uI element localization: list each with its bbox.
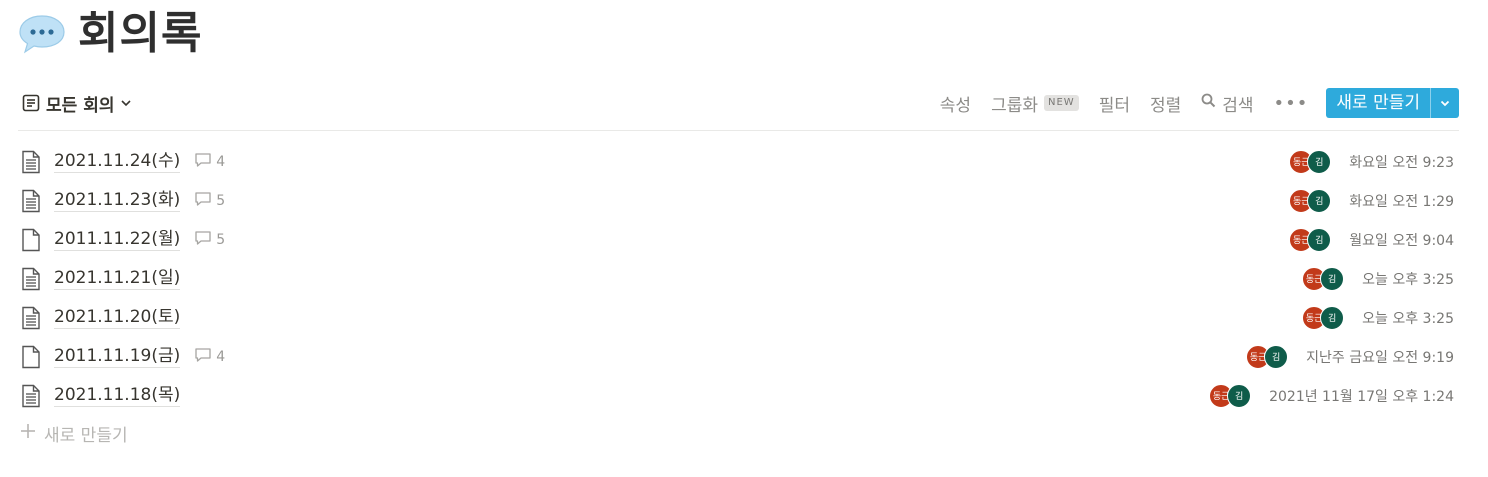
empty-page-icon [21, 344, 49, 370]
page-list: 2021.11.24(수) 4 동근 김 화요일 오전 9:23 2021.11… [18, 142, 1459, 415]
list-item[interactable]: 2021.11.23(화) 5 동근 김 화요일 오전 1:29 [18, 181, 1459, 220]
comment-icon [194, 191, 212, 211]
speech-balloon-icon[interactable] [18, 12, 66, 56]
row-meta: 동근 김 월요일 오전 9:04 [1289, 227, 1459, 252]
comment-count-value: 5 [216, 231, 226, 248]
avatar[interactable]: 김 [1264, 344, 1289, 369]
notion-page: 회의록 모든 회의 속성 그룹화 NEW 필터 정렬 검색 ••• 새로 만들기… [0, 0, 1488, 477]
sort-button[interactable]: 정렬 [1140, 91, 1191, 116]
page-title-link[interactable]: 2021.11.23(화) [54, 189, 181, 212]
comment-count-value: 5 [216, 192, 226, 209]
list-item[interactable]: 2021.11.24(수) 4 동근 김 화요일 오전 9:23 [18, 142, 1459, 181]
new-badge: NEW [1044, 95, 1079, 111]
plus-icon [20, 423, 36, 444]
page-title-link[interactable]: 2021.11.18(목) [54, 384, 181, 407]
page-title-link[interactable]: 2021.11.21(일) [54, 267, 181, 290]
last-edited-time: 화요일 오전 1:29 [1349, 193, 1454, 210]
avatar-group: 동근 김 [1209, 383, 1252, 408]
new-button[interactable]: 새로 만들기 [1326, 88, 1430, 118]
more-options-icon[interactable]: ••• [1264, 93, 1321, 114]
avatar[interactable]: 김 [1320, 266, 1345, 291]
comment-count-value: 4 [216, 348, 226, 365]
page-title-link[interactable]: 2011.11.19(금) [54, 345, 181, 368]
comment-count[interactable]: 4 [194, 152, 225, 172]
chevron-down-icon [1439, 94, 1451, 113]
database-view-bar: 모든 회의 속성 그룹화 NEW 필터 정렬 검색 ••• 새로 만들기 [18, 84, 1459, 122]
list-item[interactable]: 2021.11.18(목) 동근 김 2021년 11월 17일 오후 1:24 [18, 376, 1459, 415]
page-with-text-icon [21, 266, 49, 292]
group-label: 그룹화 [991, 95, 1038, 116]
last-edited-time: 오늘 오후 3:25 [1362, 271, 1454, 288]
page-with-text-icon [21, 149, 49, 175]
last-edited-time: 화요일 오전 9:23 [1349, 154, 1454, 171]
comment-count-value: 4 [216, 153, 226, 170]
avatar[interactable]: 김 [1320, 305, 1345, 330]
last-edited-time: 2021년 11월 17일 오후 1:24 [1269, 388, 1454, 405]
avatar-group: 동근 김 [1289, 227, 1332, 252]
list-item[interactable]: 2021.11.21(일) 동근 김 오늘 오후 3:25 [18, 259, 1459, 298]
new-button-dropdown[interactable] [1430, 88, 1459, 118]
avatar-group: 동근 김 [1246, 344, 1289, 369]
row-meta: 동근 김 오늘 오후 3:25 [1302, 305, 1459, 330]
list-item[interactable]: 2011.11.22(월) 5 동근 김 월요일 오전 9:04 [18, 220, 1459, 259]
avatar-group: 동근 김 [1302, 266, 1345, 291]
row-meta: 동근 김 지난주 금요일 오전 9:19 [1246, 344, 1459, 369]
last-edited-time: 오늘 오후 3:25 [1362, 310, 1454, 327]
last-edited-time: 월요일 오전 9:04 [1349, 232, 1454, 249]
comment-count[interactable]: 4 [194, 347, 225, 367]
avatar-group: 동근 김 [1289, 188, 1332, 213]
view-selector[interactable]: 모든 회의 [18, 91, 136, 116]
list-item[interactable]: 2011.11.19(금) 4 동근 김 지난주 금요일 오전 9:19 [18, 337, 1459, 376]
page-title-link[interactable]: 2021.11.24(수) [54, 150, 181, 173]
row-meta: 동근 김 오늘 오후 3:25 [1302, 266, 1459, 291]
last-edited-time: 지난주 금요일 오전 9:19 [1306, 349, 1454, 366]
list-view-icon [22, 94, 40, 112]
page-with-text-icon [21, 383, 49, 409]
page-header: 회의록 [18, 4, 202, 64]
comment-count[interactable]: 5 [194, 191, 225, 211]
avatar[interactable]: 김 [1227, 383, 1252, 408]
filter-button[interactable]: 필터 [1089, 91, 1140, 116]
row-meta: 동근 김 화요일 오전 1:29 [1289, 188, 1459, 213]
properties-button[interactable]: 속성 [930, 91, 981, 116]
group-button[interactable]: 그룹화 NEW [981, 91, 1089, 116]
page-with-text-icon [21, 305, 49, 331]
search-button[interactable]: 검색 [1191, 91, 1263, 116]
comment-count[interactable]: 5 [194, 230, 225, 250]
view-toolbar: 속성 그룹화 NEW 필터 정렬 검색 ••• 새로 만들기 [930, 88, 1459, 118]
row-meta: 동근 김 화요일 오전 9:23 [1289, 149, 1459, 174]
comment-icon [194, 347, 212, 367]
chevron-down-icon [120, 97, 132, 109]
avatar-group: 동근 김 [1302, 305, 1345, 330]
view-divider [18, 130, 1459, 131]
page-title[interactable]: 회의록 [78, 4, 202, 64]
page-title-link[interactable]: 2021.11.20(토) [54, 306, 181, 329]
avatar[interactable]: 김 [1307, 227, 1332, 252]
avatar[interactable]: 김 [1307, 149, 1332, 174]
add-new-page-button[interactable]: 새로 만들기 [20, 420, 128, 446]
new-button-group: 새로 만들기 [1326, 88, 1459, 118]
comment-icon [194, 230, 212, 250]
row-meta: 동근 김 2021년 11월 17일 오후 1:24 [1209, 383, 1459, 408]
empty-page-icon [21, 227, 49, 253]
list-item[interactable]: 2021.11.20(토) 동근 김 오늘 오후 3:25 [18, 298, 1459, 337]
avatar[interactable]: 김 [1307, 188, 1332, 213]
add-new-label: 새로 만들기 [44, 425, 128, 446]
page-with-text-icon [21, 188, 49, 214]
comment-icon [194, 152, 212, 172]
page-title-link[interactable]: 2011.11.22(월) [54, 228, 181, 251]
avatar-group: 동근 김 [1289, 149, 1332, 174]
search-label: 검색 [1222, 95, 1254, 116]
view-name: 모든 회의 [46, 95, 115, 116]
search-icon [1201, 93, 1216, 113]
